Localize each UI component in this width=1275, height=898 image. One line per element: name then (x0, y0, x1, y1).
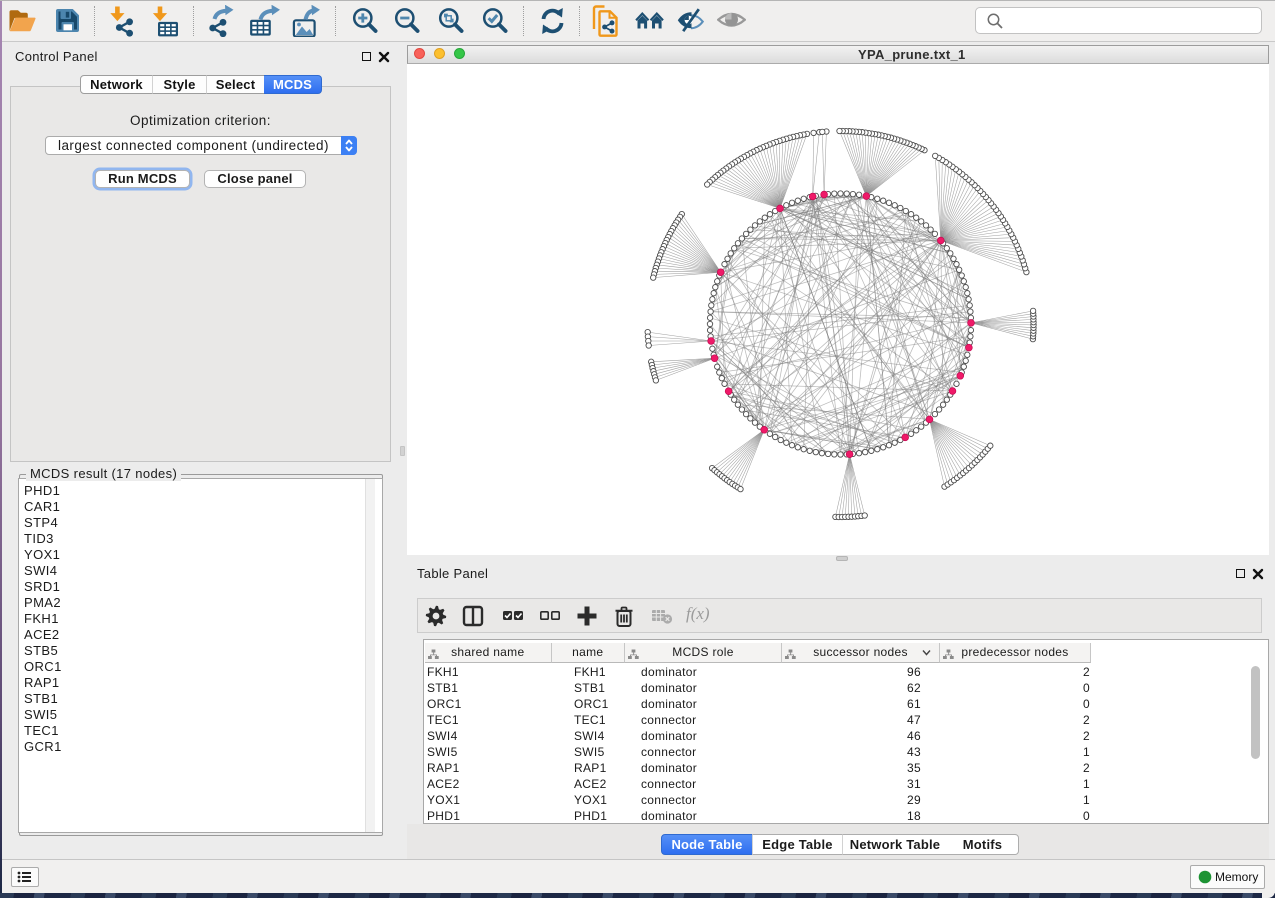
svg-text:Memory: Memory (1215, 870, 1258, 884)
